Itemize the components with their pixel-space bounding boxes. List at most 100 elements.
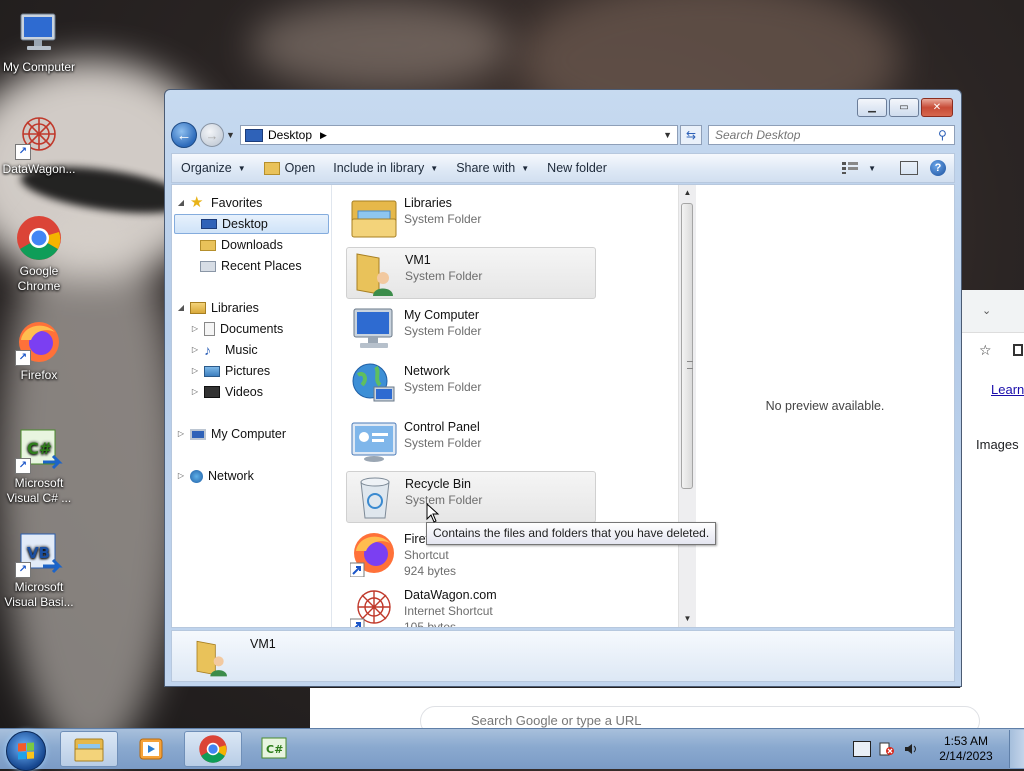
- svg-text:VB: VB: [27, 544, 50, 562]
- nav-music[interactable]: ▷ ♪ Music: [190, 340, 258, 360]
- file-item-my-computer[interactable]: My Computer System Folder: [346, 303, 596, 355]
- taskbar-clock[interactable]: 1:53 AM 2/14/2023: [929, 734, 1003, 764]
- nav-label: Downloads: [221, 238, 283, 252]
- share-with-button[interactable]: Share with ▼: [447, 154, 538, 182]
- expand-arrow-icon[interactable]: ▷: [190, 340, 200, 360]
- search-box[interactable]: ⚲: [708, 125, 955, 145]
- nav-favorites[interactable]: ◢ ★ Favorites: [176, 193, 262, 213]
- desktop-icon-visual-csharp[interactable]: C# ↗ Microsoft Visual C# ...: [0, 426, 78, 506]
- desktop-icon-label: Microsoft Visual Basi...: [4, 580, 74, 609]
- open-label: Open: [284, 161, 316, 175]
- expand-arrow-icon[interactable]: ▷: [190, 361, 200, 381]
- nav-label: My Computer: [211, 427, 287, 441]
- include-in-library-button[interactable]: Include in library ▼: [324, 154, 447, 182]
- share-with-label: Share with: [456, 161, 516, 175]
- chevron-down-icon: ▼: [237, 163, 246, 173]
- wallpaper-shape: [250, 0, 510, 90]
- expand-arrow-icon[interactable]: ▷: [190, 319, 200, 339]
- scroll-up-button[interactable]: ▲: [679, 185, 696, 201]
- maximize-button[interactable]: ▭: [889, 98, 919, 117]
- chevron-down-icon[interactable]: ⌄: [982, 304, 991, 317]
- organize-button[interactable]: Organize ▼: [172, 154, 255, 182]
- navigation-pane: ◢ ★ Favorites Desktop Downloads Recent P…: [172, 185, 332, 627]
- address-history-dropdown[interactable]: ▼: [663, 130, 672, 140]
- refresh-button[interactable]: ⇆: [680, 125, 702, 145]
- file-list-scrollbar[interactable]: ▲ ▼: [678, 185, 696, 627]
- pictures-icon: [204, 365, 220, 377]
- taskbar-media-player-button[interactable]: [122, 731, 180, 767]
- nav-pictures[interactable]: ▷ Pictures: [190, 361, 270, 381]
- details-item-name: VM1: [250, 637, 276, 651]
- shortcut-arrow-icon: ↗: [15, 562, 31, 578]
- expand-arrow-icon[interactable]: ▷: [176, 424, 186, 444]
- scroll-down-button[interactable]: ▼: [679, 611, 696, 627]
- desktop-icon-visual-basic[interactable]: VB ↗ Microsoft Visual Basi...: [0, 530, 78, 610]
- nav-desktop[interactable]: Desktop: [174, 214, 329, 234]
- scroll-thumb[interactable]: [681, 203, 693, 489]
- taskbar-chrome-button[interactable]: [184, 731, 242, 767]
- action-center-flag-icon[interactable]: [879, 742, 895, 756]
- search-input[interactable]: [709, 127, 938, 143]
- file-item-recycle-bin[interactable]: Recycle Bin System Folder: [346, 471, 596, 523]
- desktop-icon-my-computer[interactable]: My Computer: [0, 10, 78, 75]
- file-type: Shortcut: [404, 548, 449, 562]
- file-item-datawagon[interactable]: DataWagon.com Internet Shortcut 105 bytes: [346, 583, 596, 627]
- help-button[interactable]: ?: [930, 160, 946, 176]
- desktop-icon-chrome[interactable]: Google Chrome: [0, 214, 78, 294]
- address-bar[interactable]: Desktop ▶ ▼: [240, 125, 678, 145]
- file-item-libraries[interactable]: Libraries System Folder: [346, 191, 596, 243]
- volume-icon[interactable]: [903, 742, 919, 756]
- nav-libraries[interactable]: ◢ Libraries: [176, 298, 259, 318]
- desktop-icon-datawagon[interactable]: ↗ DataWagon...: [0, 112, 78, 177]
- expand-arrow-icon[interactable]: ◢: [176, 298, 186, 318]
- nav-videos[interactable]: ▷ Videos: [190, 382, 263, 402]
- back-button[interactable]: ←: [171, 122, 197, 148]
- svg-text:C#: C#: [266, 743, 283, 756]
- change-view-button[interactable]: ▼: [840, 162, 878, 174]
- learn-link[interactable]: Learn: [991, 382, 1024, 397]
- file-item-vm1[interactable]: VM1 System Folder: [346, 247, 596, 299]
- file-item-control-panel[interactable]: Control Panel System Folder: [346, 415, 596, 467]
- taskbar-explorer-button[interactable]: [60, 731, 118, 767]
- panel-icon[interactable]: [1013, 344, 1023, 356]
- taskbar-visual-csharp-button[interactable]: C#: [246, 731, 304, 767]
- expand-arrow-icon[interactable]: ◢: [176, 193, 186, 213]
- close-button[interactable]: ✕: [921, 98, 953, 117]
- shortcut-arrow-icon: ↗: [15, 144, 31, 160]
- start-button[interactable]: [6, 731, 46, 771]
- recycle-bin-icon: [351, 474, 399, 522]
- desktop-icon-firefox[interactable]: ↗ Firefox: [0, 318, 78, 383]
- file-name: My Computer: [404, 308, 480, 322]
- open-button[interactable]: Open: [255, 154, 325, 182]
- search-icon[interactable]: ⚲: [938, 128, 954, 142]
- new-folder-button[interactable]: New folder: [538, 154, 616, 182]
- recent-pages-dropdown[interactable]: ▼: [226, 130, 236, 140]
- star-icon[interactable]: ☆: [979, 342, 992, 359]
- nav-network[interactable]: ▷ Network: [176, 466, 254, 486]
- folder-icon: [74, 738, 104, 762]
- preview-pane-button[interactable]: [900, 161, 918, 175]
- nav-downloads[interactable]: Downloads: [200, 235, 283, 255]
- forward-button[interactable]: →: [200, 123, 224, 147]
- clock-date: 2/14/2023: [939, 749, 993, 763]
- network-status-icon[interactable]: [853, 741, 871, 757]
- images-label[interactable]: Images: [976, 437, 1019, 452]
- content-area: ◢ ★ Favorites Desktop Downloads Recent P…: [171, 184, 955, 628]
- show-desktop-button[interactable]: [1009, 730, 1024, 768]
- file-type: System Folder: [404, 436, 482, 450]
- expand-arrow-icon[interactable]: ▷: [176, 466, 186, 486]
- file-item-network[interactable]: Network System Folder: [346, 359, 596, 411]
- nav-my-computer[interactable]: ▷ My Computer: [176, 424, 286, 444]
- taskbar: C# 1:53 AM 2/14/2023: [0, 728, 1024, 771]
- nav-recent-places[interactable]: Recent Places: [200, 256, 302, 276]
- system-tray: 1:53 AM 2/14/2023: [849, 729, 1024, 769]
- nav-documents[interactable]: ▷ Documents: [190, 319, 283, 339]
- breadcrumb-chevron-icon[interactable]: ▶: [320, 130, 327, 141]
- breadcrumb-desktop[interactable]: Desktop: [268, 128, 312, 142]
- file-size: 105 bytes: [404, 620, 457, 627]
- expand-arrow-icon[interactable]: ▷: [190, 382, 200, 402]
- minimize-button[interactable]: ▁: [857, 98, 887, 117]
- visual-csharp-icon: C# ↗: [15, 426, 63, 474]
- chevron-down-icon: ▼: [521, 163, 530, 173]
- desktop-folder-icon: [245, 128, 263, 142]
